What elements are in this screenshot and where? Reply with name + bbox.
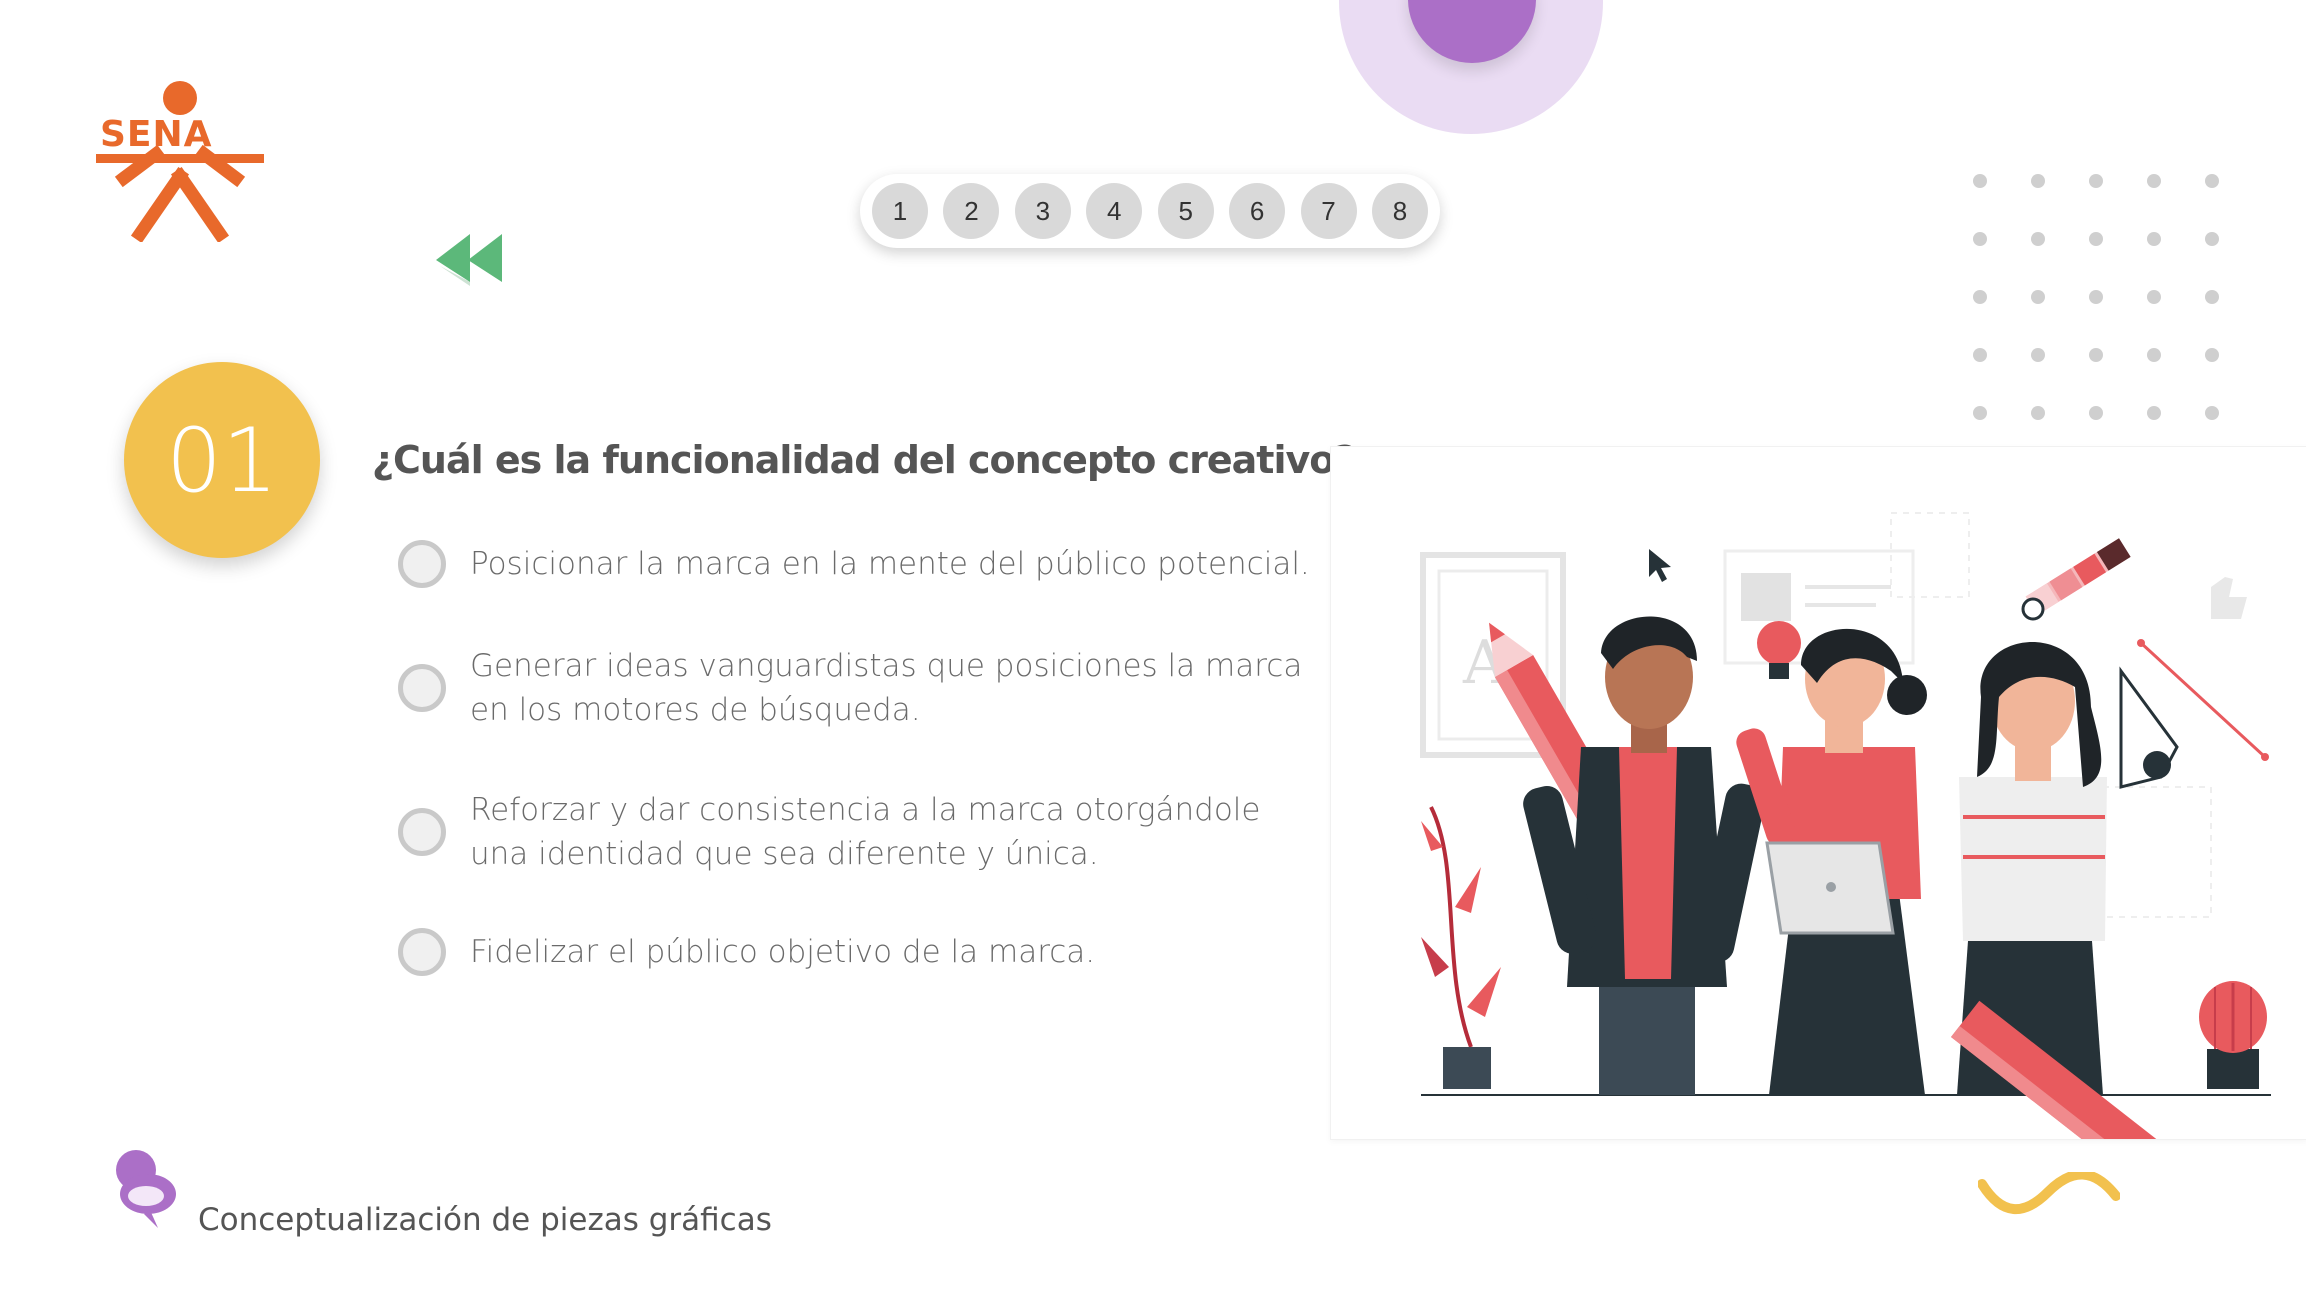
sena-logo: SENA	[94, 80, 266, 244]
answer-option-1[interactable]: Posicionar la marca en la mente del públ…	[398, 536, 1338, 592]
answer-option-2[interactable]: Generar ideas vanguardistas que posicion…	[398, 640, 1338, 736]
answer-option-text: Reforzar y dar consistencia a la marca o…	[470, 792, 1261, 872]
page-5-button[interactable]: 5	[1157, 183, 1214, 239]
rewind-icon	[436, 234, 502, 286]
question-pager: 1 2 3 4 5 6 7 8	[860, 174, 1440, 248]
radio-button[interactable]	[398, 808, 446, 856]
answer-option-text: Generar ideas vanguardistas que posicion…	[470, 648, 1303, 728]
logo-emblem-icon	[96, 81, 264, 244]
decorative-wave-icon	[1978, 1172, 2120, 1214]
answer-option-text: Posicionar la marca en la mente del públ…	[470, 546, 1310, 582]
answer-option-4[interactable]: Fidelizar el público objetivo de la marc…	[398, 924, 1338, 980]
page-8-button[interactable]: 8	[1371, 183, 1428, 239]
course-title: Conceptualización de piezas gráficas	[198, 1202, 772, 1238]
radio-button[interactable]	[398, 928, 446, 976]
page-4-button[interactable]: 4	[1086, 183, 1143, 239]
illustration-panel: A	[1330, 446, 2306, 1210]
logo-text: SENA	[100, 114, 213, 155]
push-pin-icon	[112, 1148, 182, 1228]
question-title: ¿Cuál es la funcionalidad del concepto c…	[372, 438, 1356, 482]
creative-team-illustration: A	[1420, 512, 2271, 1210]
radio-button[interactable]	[398, 664, 446, 712]
page-2-button[interactable]: 2	[943, 183, 1000, 239]
back-button[interactable]	[428, 226, 514, 286]
page-1-button[interactable]: 1	[872, 183, 928, 239]
answer-option-text: Fidelizar el público objetivo de la marc…	[470, 934, 1096, 970]
page-3-button[interactable]: 3	[1014, 183, 1071, 239]
decorative-dot-grid	[1973, 174, 2223, 424]
page-6-button[interactable]: 6	[1229, 183, 1286, 239]
answer-option-3[interactable]: Reforzar y dar consistencia a la marca o…	[398, 784, 1338, 880]
question-number-badge: 01	[124, 362, 320, 558]
page-7-button[interactable]: 7	[1300, 183, 1357, 239]
radio-button[interactable]	[398, 540, 446, 588]
